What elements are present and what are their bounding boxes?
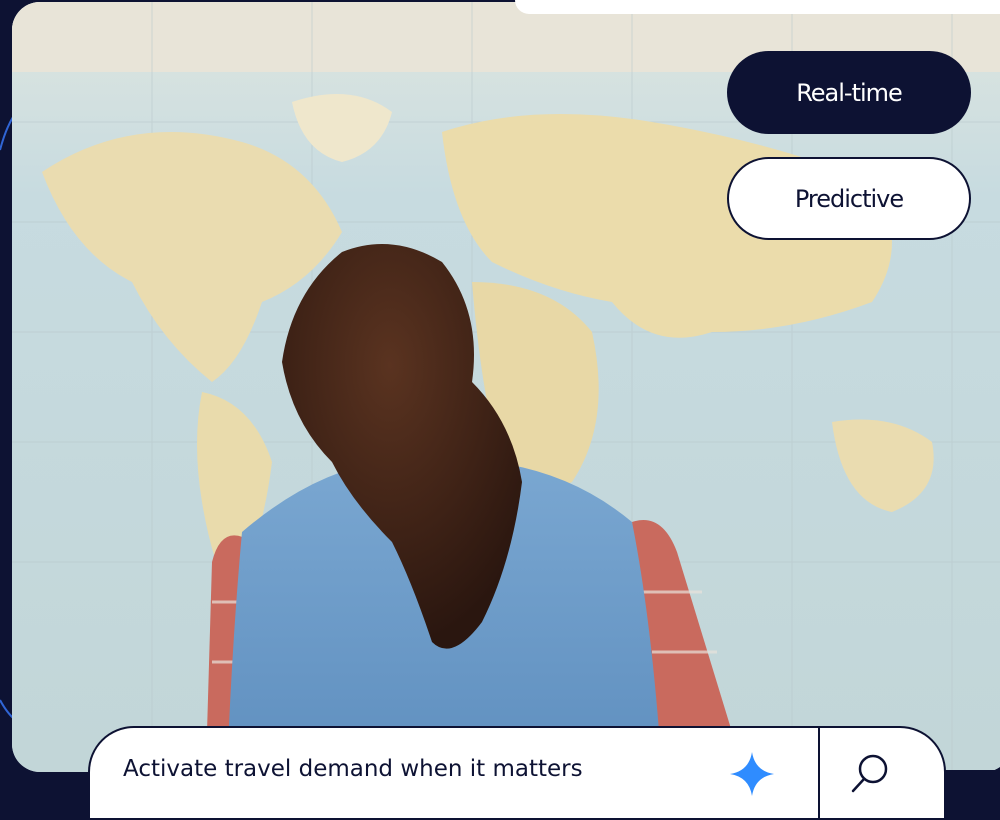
predictive-label: Predictive <box>794 184 904 213</box>
search-input-text[interactable]: Activate travel demand when it matters <box>123 756 583 782</box>
search-divider <box>818 728 820 820</box>
realtime-toggle-button[interactable]: Real-time <box>727 51 971 134</box>
search-icon <box>851 754 888 793</box>
search-button[interactable] <box>835 738 905 808</box>
realtime-label: Real-time <box>796 78 903 107</box>
search-bar-connector <box>940 770 1000 772</box>
predictive-toggle-button[interactable]: Predictive <box>727 157 971 240</box>
frame-notch <box>515 0 1000 14</box>
search-bar[interactable]: Activate travel demand when it matters <box>88 726 946 820</box>
sparkle-icon <box>730 752 774 796</box>
